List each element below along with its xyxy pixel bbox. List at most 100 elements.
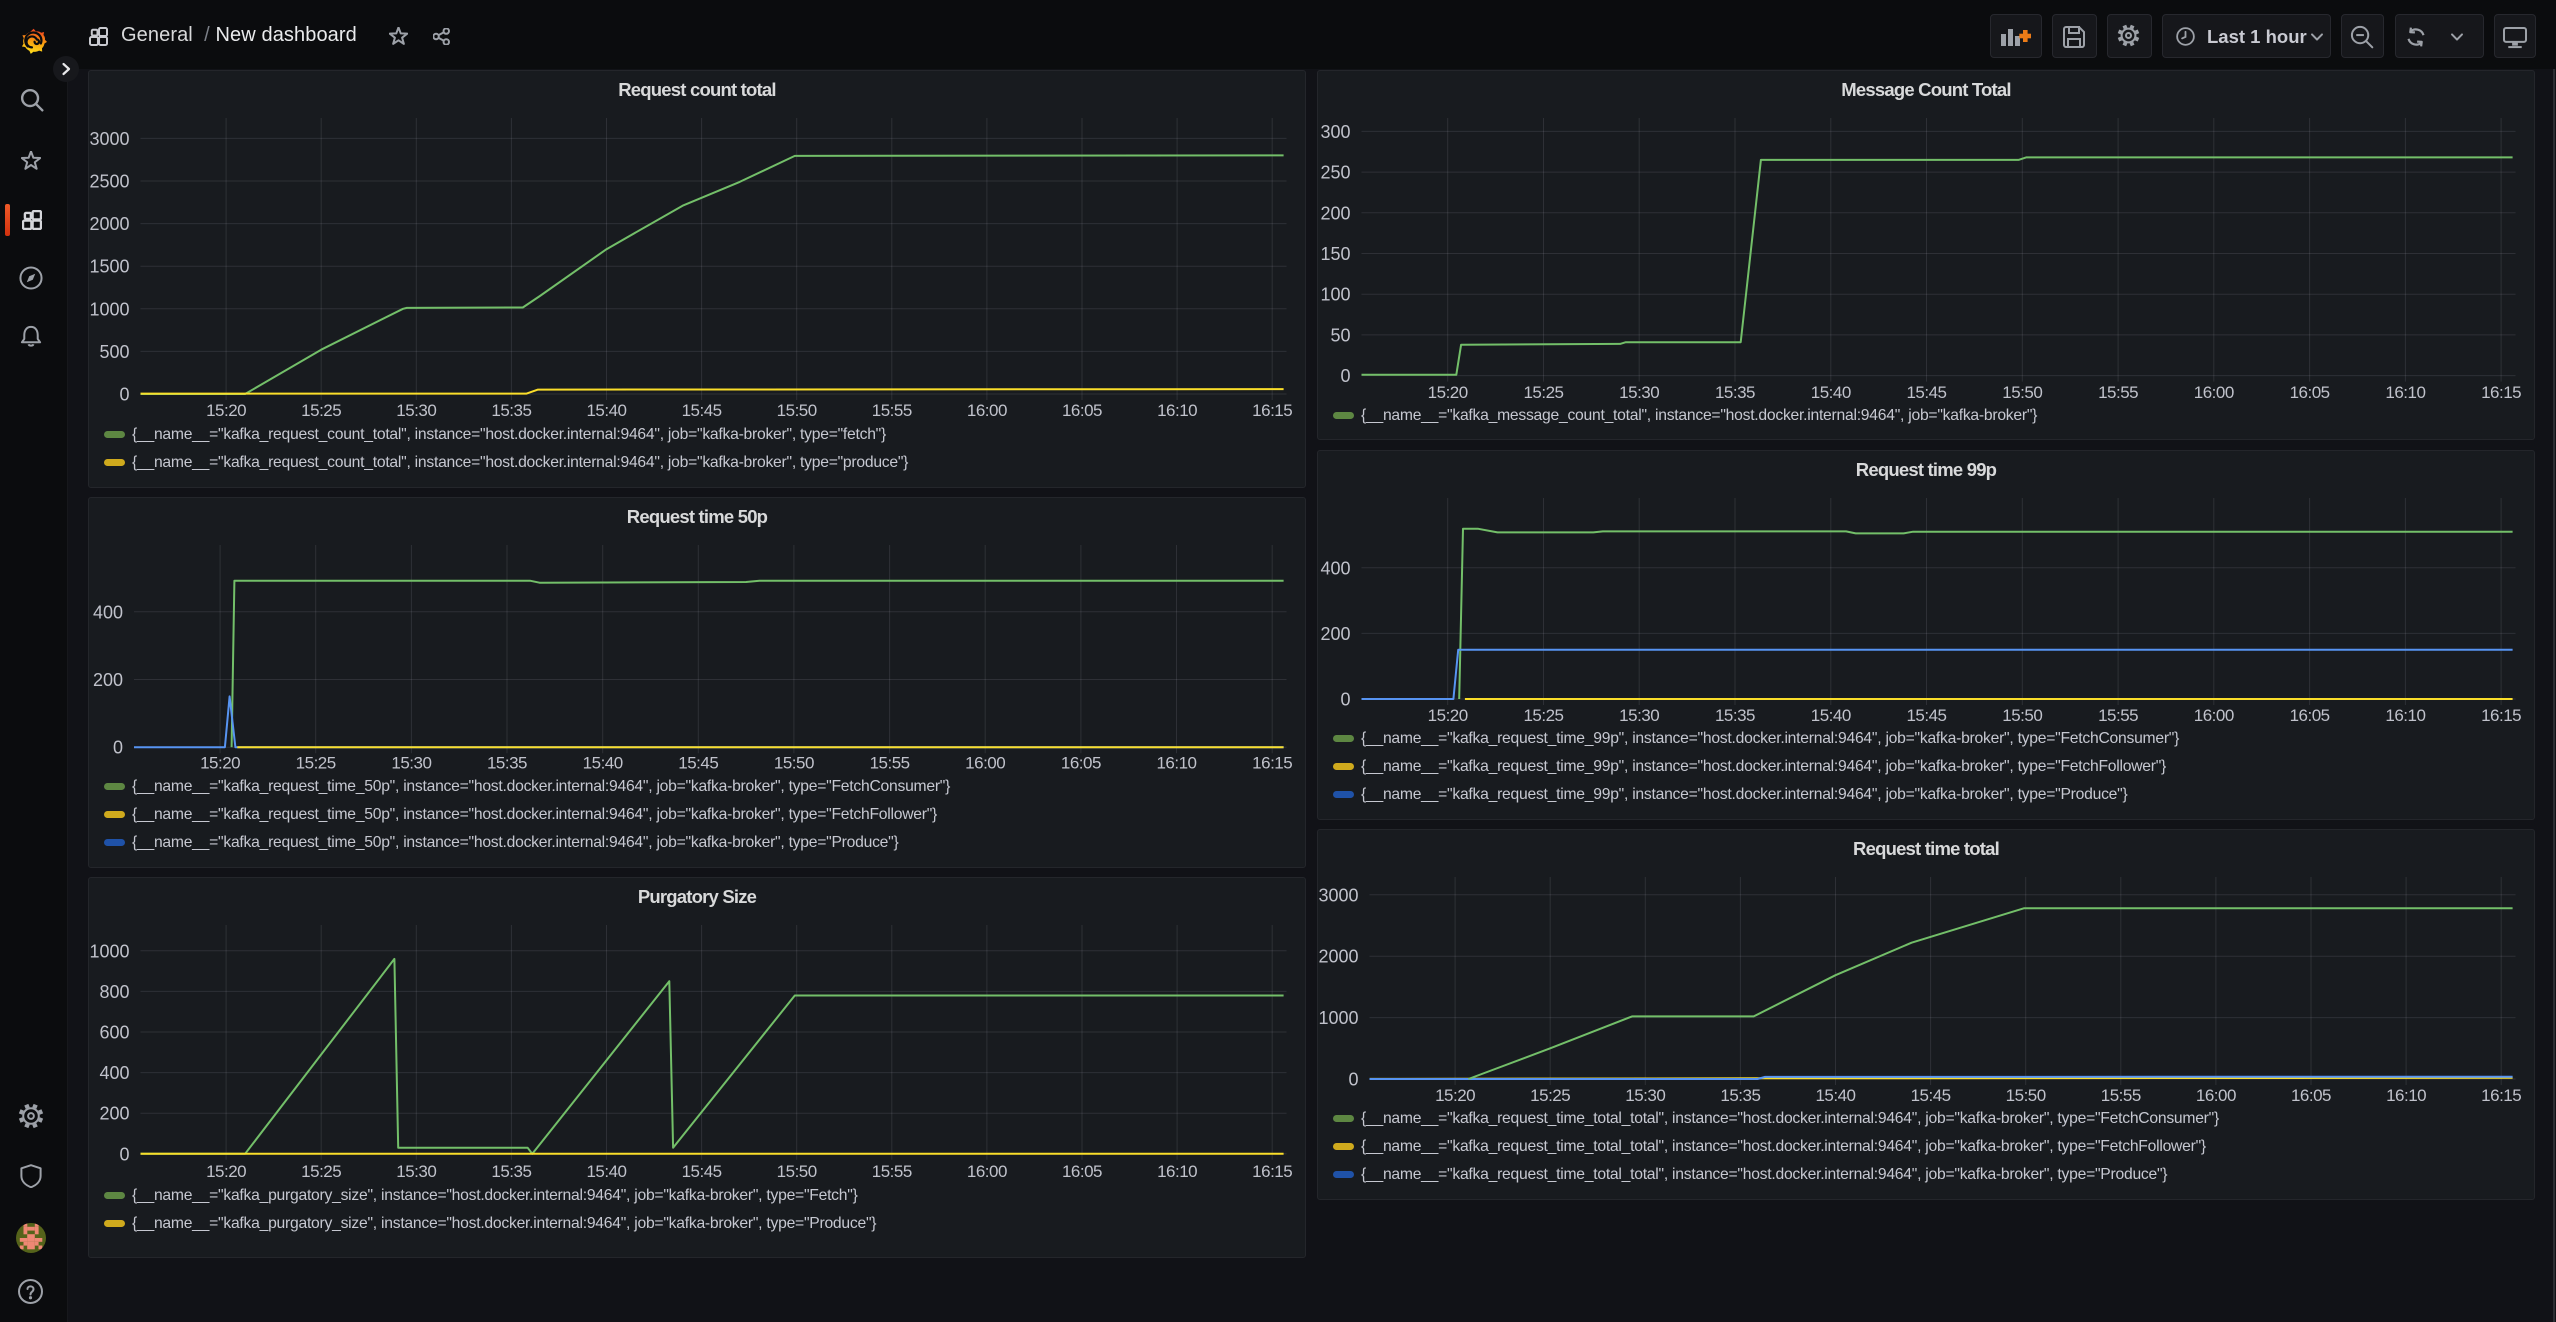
svg-text:15:55: 15:55	[2098, 383, 2138, 402]
svg-text:3000: 3000	[1318, 885, 1358, 905]
svg-text:1000: 1000	[1318, 1008, 1358, 1028]
svg-text:200: 200	[1320, 624, 1350, 644]
svg-text:0: 0	[119, 385, 129, 405]
svg-text:16:00: 16:00	[2194, 383, 2234, 402]
svg-text:15:40: 15:40	[583, 754, 623, 773]
svg-text:16:15: 16:15	[2481, 706, 2521, 725]
svg-text:15:25: 15:25	[1523, 706, 1563, 725]
svg-text:15:35: 15:35	[1715, 706, 1755, 725]
svg-text:15:55: 15:55	[870, 754, 910, 773]
svg-text:2500: 2500	[89, 172, 129, 192]
svg-text:0: 0	[1348, 1070, 1358, 1090]
svg-text:15:35: 15:35	[1720, 1086, 1760, 1105]
svg-text:16:05: 16:05	[2290, 706, 2330, 725]
svg-text:15:50: 15:50	[777, 401, 817, 420]
svg-text:15:35: 15:35	[491, 1162, 531, 1181]
svg-text:16:05: 16:05	[2291, 1086, 2331, 1105]
svg-text:15:55: 15:55	[2101, 1086, 2141, 1105]
svg-text:400: 400	[1320, 558, 1350, 578]
svg-text:400: 400	[93, 602, 123, 622]
svg-text:16:10: 16:10	[1156, 754, 1196, 773]
svg-text:16:10: 16:10	[2385, 383, 2425, 402]
svg-text:16:10: 16:10	[1157, 1162, 1197, 1181]
svg-text:15:20: 15:20	[200, 754, 240, 773]
svg-text:2000: 2000	[1318, 947, 1358, 967]
svg-text:600: 600	[99, 1023, 129, 1043]
svg-text:16:15: 16:15	[2481, 383, 2521, 402]
svg-text:16:05: 16:05	[1062, 401, 1102, 420]
svg-text:500: 500	[99, 342, 129, 362]
svg-text:50: 50	[1330, 325, 1350, 345]
svg-text:16:00: 16:00	[967, 401, 1007, 420]
svg-text:16:15: 16:15	[1252, 1162, 1292, 1181]
svg-text:0: 0	[1340, 690, 1350, 710]
svg-text:15:35: 15:35	[491, 401, 531, 420]
svg-text:15:50: 15:50	[2002, 706, 2042, 725]
svg-text:15:35: 15:35	[1715, 383, 1755, 402]
svg-text:15:55: 15:55	[2098, 706, 2138, 725]
svg-text:15:45: 15:45	[1911, 1086, 1951, 1105]
svg-text:0: 0	[119, 1144, 129, 1164]
svg-text:16:00: 16:00	[965, 754, 1005, 773]
svg-text:800: 800	[99, 982, 129, 1002]
svg-text:15:25: 15:25	[301, 1162, 341, 1181]
svg-text:2000: 2000	[89, 214, 129, 234]
svg-text:15:30: 15:30	[396, 401, 436, 420]
svg-text:15:50: 15:50	[777, 1162, 817, 1181]
svg-text:15:45: 15:45	[1906, 706, 1946, 725]
svg-text:16:10: 16:10	[2386, 1086, 2426, 1105]
svg-text:300: 300	[1320, 122, 1350, 142]
svg-text:15:20: 15:20	[1428, 383, 1468, 402]
svg-text:15:45: 15:45	[678, 754, 718, 773]
svg-text:15:40: 15:40	[586, 1162, 626, 1181]
svg-text:15:40: 15:40	[1811, 706, 1851, 725]
svg-text:15:20: 15:20	[206, 401, 246, 420]
svg-text:15:55: 15:55	[872, 401, 912, 420]
svg-text:16:15: 16:15	[1252, 401, 1292, 420]
svg-text:15:30: 15:30	[1625, 1086, 1665, 1105]
svg-text:0: 0	[113, 738, 123, 758]
svg-text:15:55: 15:55	[872, 1162, 912, 1181]
svg-text:200: 200	[99, 1104, 129, 1124]
svg-text:15:50: 15:50	[2006, 1086, 2046, 1105]
svg-text:15:30: 15:30	[396, 1162, 436, 1181]
svg-text:16:15: 16:15	[2481, 1086, 2521, 1105]
svg-text:16:05: 16:05	[1062, 1162, 1102, 1181]
svg-text:16:05: 16:05	[1061, 754, 1101, 773]
svg-text:16:15: 16:15	[1252, 754, 1292, 773]
svg-text:15:25: 15:25	[1523, 383, 1563, 402]
svg-text:16:10: 16:10	[2385, 706, 2425, 725]
svg-text:15:20: 15:20	[206, 1162, 246, 1181]
svg-text:15:50: 15:50	[774, 754, 814, 773]
svg-text:1000: 1000	[89, 941, 129, 961]
svg-text:15:30: 15:30	[391, 754, 431, 773]
svg-text:15:40: 15:40	[586, 401, 626, 420]
svg-text:15:25: 15:25	[1530, 1086, 1570, 1105]
svg-text:15:25: 15:25	[296, 754, 336, 773]
svg-text:16:00: 16:00	[2194, 706, 2234, 725]
svg-text:16:00: 16:00	[967, 1162, 1007, 1181]
svg-text:150: 150	[1320, 244, 1350, 264]
svg-text:15:30: 15:30	[1619, 706, 1659, 725]
svg-text:100: 100	[1320, 285, 1350, 305]
svg-text:1000: 1000	[89, 299, 129, 319]
svg-text:200: 200	[93, 670, 123, 690]
svg-text:15:20: 15:20	[1428, 706, 1468, 725]
svg-text:15:50: 15:50	[2002, 383, 2042, 402]
svg-text:16:00: 16:00	[2196, 1086, 2236, 1105]
svg-text:15:45: 15:45	[682, 401, 722, 420]
svg-text:3000: 3000	[89, 129, 129, 149]
svg-text:400: 400	[99, 1063, 129, 1083]
svg-text:15:30: 15:30	[1619, 383, 1659, 402]
svg-text:1500: 1500	[89, 257, 129, 277]
svg-text:16:05: 16:05	[2290, 383, 2330, 402]
svg-text:16:10: 16:10	[1157, 401, 1197, 420]
svg-text:15:40: 15:40	[1811, 383, 1851, 402]
svg-text:15:45: 15:45	[682, 1162, 722, 1181]
svg-text:15:25: 15:25	[301, 401, 341, 420]
svg-text:15:40: 15:40	[1815, 1086, 1855, 1105]
svg-text:200: 200	[1320, 203, 1350, 223]
svg-text:15:45: 15:45	[1906, 383, 1946, 402]
svg-text:250: 250	[1320, 163, 1350, 183]
svg-text:15:35: 15:35	[487, 754, 527, 773]
